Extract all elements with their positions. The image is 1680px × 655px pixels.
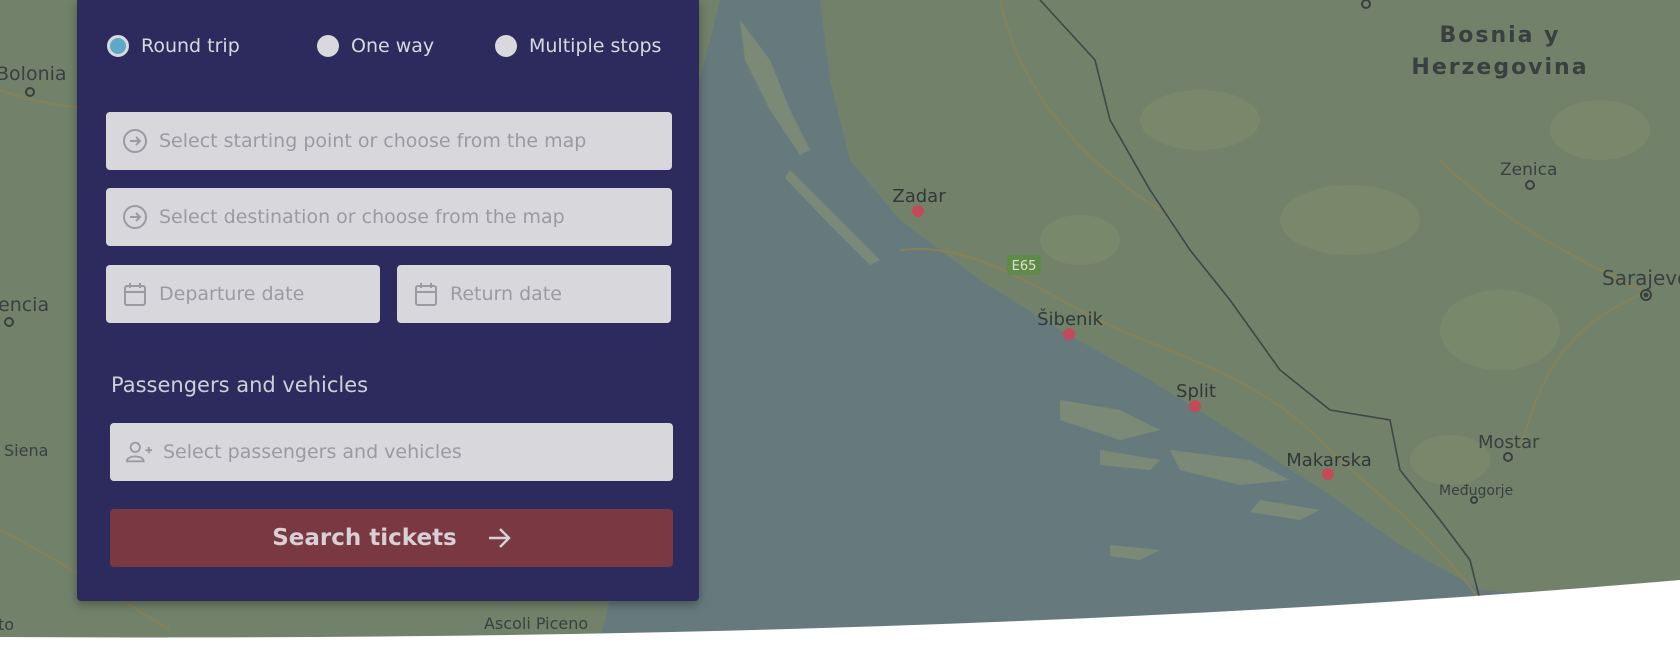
radio-round-trip[interactable]: Round trip xyxy=(107,34,240,58)
origin-placeholder: Select starting point or choose from the… xyxy=(159,130,587,152)
port-label-makarska: Makarska xyxy=(1286,450,1372,471)
passengers-heading: Passengers and vehicles xyxy=(111,373,369,397)
departure-placeholder: Departure date xyxy=(159,283,305,305)
booking-panel: Round trip One way Multiple stops Select… xyxy=(77,0,699,601)
return-date-input[interactable]: Return date xyxy=(397,265,671,323)
port-label-zadar: Zadar xyxy=(892,186,946,207)
origin-input[interactable]: Select starting point or choose from the… xyxy=(106,112,672,170)
calendar-icon xyxy=(121,280,149,308)
arrow-circle-right-icon xyxy=(121,203,149,231)
road-badge: E65 xyxy=(1007,255,1041,275)
port-label-sibenik: Šibenik xyxy=(1037,308,1103,330)
radio-indicator xyxy=(495,35,517,57)
port-marker-split[interactable] xyxy=(1189,400,1201,412)
passengers-placeholder: Select passengers and vehicles xyxy=(163,441,462,463)
map-label-country: Bosnia y xyxy=(1439,23,1560,48)
svg-text:E65: E65 xyxy=(1012,259,1037,274)
destination-placeholder: Select destination or choose from the ma… xyxy=(159,206,565,228)
arrow-circle-right-icon xyxy=(121,127,149,155)
radio-label: One way xyxy=(351,35,435,57)
radio-multiple-stops[interactable]: Multiple stops xyxy=(495,34,661,58)
map-label-place: Zenica xyxy=(1500,160,1557,180)
map-label-country: Herzegovina xyxy=(1411,55,1588,80)
map-label-place: Ascoli Piceno xyxy=(484,614,588,633)
map-label-place: Siena xyxy=(4,441,48,460)
port-marker-sibenik[interactable] xyxy=(1063,328,1075,340)
radio-label: Round trip xyxy=(141,35,240,57)
port-label-split: Split xyxy=(1176,381,1216,402)
port-marker-makarska[interactable] xyxy=(1322,468,1334,480)
map-label-place: encia xyxy=(0,294,49,316)
passengers-input[interactable]: Select passengers and vehicles xyxy=(110,423,673,481)
map-label-place: Mostar xyxy=(1478,432,1540,453)
search-button-label: Search tickets xyxy=(272,525,457,551)
search-tickets-button[interactable]: Search tickets xyxy=(110,509,673,567)
destination-input[interactable]: Select destination or choose from the ma… xyxy=(106,188,672,246)
port-marker-zadar[interactable] xyxy=(912,205,924,217)
return-placeholder: Return date xyxy=(450,283,562,305)
radio-label: Multiple stops xyxy=(529,35,662,57)
departure-date-input[interactable]: Departure date xyxy=(106,265,380,323)
radio-one-way[interactable]: One way xyxy=(317,34,434,58)
radio-selected-indicator xyxy=(107,35,129,57)
calendar-icon xyxy=(412,280,440,308)
map-label-place: to xyxy=(0,615,14,634)
radio-indicator xyxy=(317,35,339,57)
map-label-place: Bolonia xyxy=(0,63,67,85)
arrow-right-icon xyxy=(487,527,511,549)
map-label-place: Sarajevo xyxy=(1602,266,1680,290)
add-user-icon xyxy=(125,438,153,466)
